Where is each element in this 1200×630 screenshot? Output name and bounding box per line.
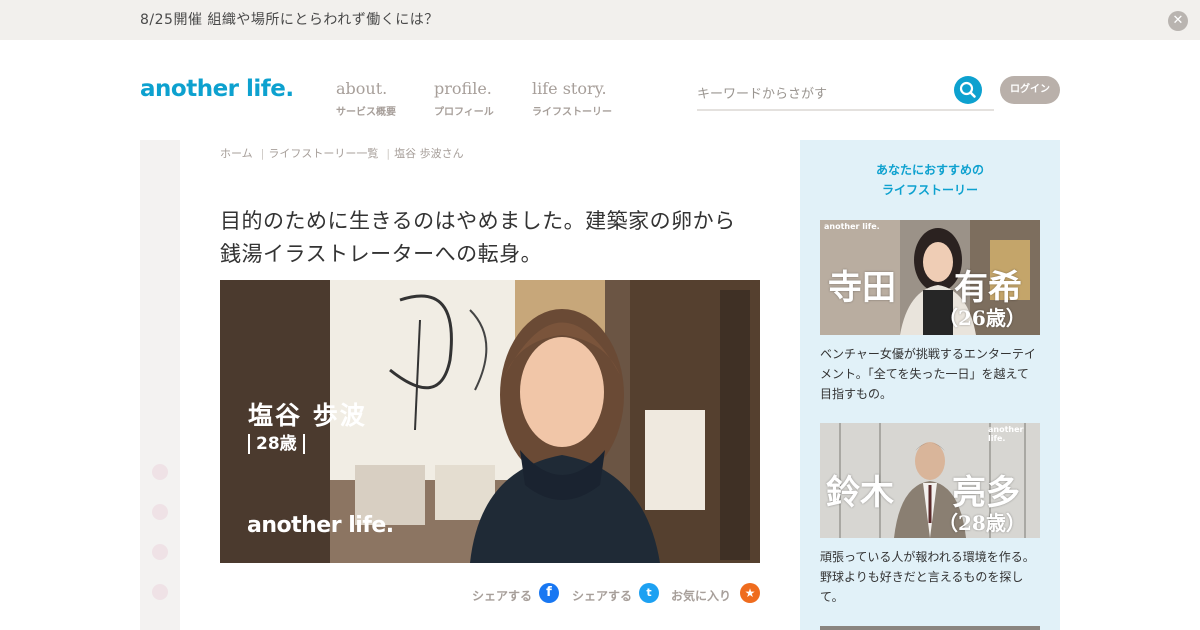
nav-label: profile. bbox=[434, 79, 492, 98]
facebook-icon: f bbox=[539, 583, 559, 603]
side-rail bbox=[140, 140, 180, 630]
sidebar-heading: あなたにおすすめの ライフストーリー bbox=[800, 160, 1060, 200]
story-description: ベンチャー女優が挑戦するエンターテイメント。「全てを失った一日」を越えて目指すも… bbox=[820, 347, 1036, 401]
share-label: シェアする bbox=[572, 589, 633, 603]
hero-logo: another life. bbox=[247, 513, 394, 538]
recommended-story-card[interactable]: another life. 寺田 有希 （26歳） ベンチャー女優が挑戦するエン… bbox=[820, 220, 1040, 404]
recommendation-sidebar: あなたにおすすめの ライフストーリー another life. 寺田 有希 （… bbox=[800, 140, 1060, 630]
rail-dot[interactable] bbox=[152, 504, 168, 520]
recommended-story-card-partial bbox=[820, 626, 1040, 630]
nav-sublabel: ライフストーリー bbox=[532, 107, 612, 118]
story-thumbnail: another life. 寺田 有希 （26歳） bbox=[820, 220, 1040, 335]
breadcrumb: ホーム | ライフストーリー一覧 | 塩谷 歩波さん bbox=[220, 145, 464, 161]
thumbnail-logo: another life. bbox=[824, 222, 880, 231]
breadcrumb-separator: | bbox=[386, 147, 391, 160]
article-title: 目的のために生きるのはやめました。建築家の卵から 銭湯イラストレーターへの転身。 bbox=[220, 205, 770, 271]
hero-image: 塩谷 歩波 28歳 another life. bbox=[220, 280, 760, 563]
search-bar bbox=[697, 74, 994, 111]
announcement-bar: 8/25開催 組織や場所にとらわれず働くには？ ✕ bbox=[0, 0, 1200, 40]
search-button[interactable] bbox=[954, 76, 982, 104]
thumbnail-name: 寺田 bbox=[828, 268, 896, 308]
story-description: 頑張っている人が報われる環境を作る。野球よりも好きだと言えるものを探して。 bbox=[820, 550, 1035, 604]
announcement-link[interactable]: 8/25開催 組織や場所にとらわれず働くには？ bbox=[140, 9, 439, 29]
recommended-story-card[interactable]: another life. 鈴木 亮多 （28歳） 頑張っている人が報われる環境… bbox=[820, 423, 1040, 607]
breadcrumb-home[interactable]: ホーム bbox=[220, 147, 253, 160]
thumbnail-name: 鈴木 bbox=[826, 473, 894, 513]
rail-dot[interactable] bbox=[152, 584, 168, 600]
story-thumbnail: another life. 鈴木 亮多 （28歳） bbox=[820, 423, 1040, 538]
breadcrumb-current: 塩谷 歩波さん bbox=[394, 147, 464, 160]
thumbnail-age: （26歳） bbox=[938, 306, 1026, 330]
rail-dot[interactable] bbox=[152, 464, 168, 480]
nav-item-life-story[interactable]: life story. ライフストーリー bbox=[532, 79, 612, 118]
thumbnail-age: （28歳） bbox=[938, 511, 1026, 535]
thumbnail-logo: another life. bbox=[988, 425, 1024, 443]
share-row: シェアする f シェアする t お気に入り ★ bbox=[472, 583, 772, 605]
nav-item-about[interactable]: about. サービス概要 bbox=[336, 79, 396, 118]
favorite-label: お気に入り bbox=[671, 589, 732, 603]
twitter-icon: t bbox=[639, 583, 659, 603]
search-input[interactable] bbox=[697, 83, 947, 105]
login-button[interactable]: ログイン bbox=[1000, 76, 1060, 104]
close-icon[interactable]: ✕ bbox=[1168, 11, 1188, 31]
share-label: シェアする bbox=[472, 589, 533, 603]
search-icon bbox=[959, 81, 976, 98]
breadcrumb-life-story-list[interactable]: ライフストーリー一覧 bbox=[268, 147, 378, 160]
nav-item-profile[interactable]: profile. プロフィール bbox=[434, 79, 494, 118]
hero-person-age: 28歳 bbox=[248, 434, 305, 454]
star-icon: ★ bbox=[740, 583, 760, 603]
breadcrumb-separator: | bbox=[260, 147, 265, 160]
nav-sublabel: サービス概要 bbox=[336, 107, 396, 118]
hero-person-name: 塩谷 歩波 bbox=[248, 401, 367, 430]
site-logo[interactable]: another life. bbox=[140, 76, 294, 102]
sidebar-heading-line: あなたにおすすめの bbox=[875, 163, 984, 177]
article-title-line: 銭湯イラストレーターへの転身。 bbox=[220, 242, 543, 266]
sidebar-heading-line: ライフストーリー bbox=[881, 183, 978, 197]
nav-label: life story. bbox=[532, 79, 607, 98]
rail-dot[interactable] bbox=[152, 544, 168, 560]
article-title-line: 目的のために生きるのはやめました。建築家の卵から bbox=[220, 209, 736, 233]
nav-sublabel: プロフィール bbox=[434, 107, 494, 118]
nav-label: about. bbox=[336, 79, 388, 98]
